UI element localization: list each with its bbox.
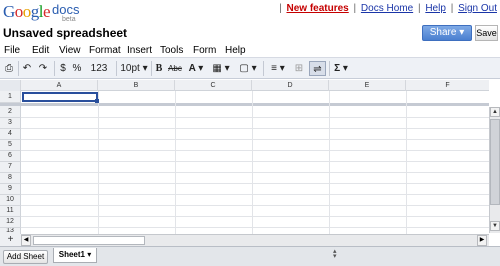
column-header-c[interactable]: C [175, 80, 252, 91]
corner-cell[interactable] [0, 80, 21, 91]
logo-letter: g [30, 2, 40, 21]
row-header-2[interactable]: 2 [0, 106, 21, 118]
vertical-scroll-thumb[interactable] [490, 119, 500, 205]
docs-home-link[interactable]: Docs Home [361, 3, 413, 14]
product-name: docs [52, 2, 80, 17]
spreadsheet-grid[interactable]: A B C D E F 1 2 3 4 5 6 7 8 9 10 11 12 1… [0, 80, 500, 246]
grid-line [21, 183, 489, 184]
grid-line [21, 128, 489, 129]
active-cell-a1[interactable] [22, 92, 99, 103]
background-color-dropdown[interactable]: ▦ ▾ [211, 61, 231, 76]
horizontal-scroll-thumb[interactable] [33, 236, 145, 245]
menu-file[interactable]: File [4, 44, 20, 57]
row-header-12[interactable]: 12 [0, 216, 21, 228]
sheet-tab-bar: Add Sheet Sheet1 ▾ ▴ ▾ [0, 246, 500, 266]
help-link[interactable]: Help [425, 3, 446, 14]
formula-dropdown[interactable]: Σ ▾ [332, 61, 350, 76]
print-icon[interactable]: ⎙ [3, 61, 15, 76]
bold-button[interactable]: B [154, 61, 164, 76]
logo-letter: e [43, 2, 51, 21]
redo-icon[interactable]: ↷ [37, 61, 49, 76]
grid-line [21, 194, 489, 195]
undo-icon[interactable]: ↶ [21, 61, 33, 76]
row-header-1[interactable]: 1 [0, 91, 21, 103]
column-header-e[interactable]: E [329, 80, 406, 91]
horizontal-scrollbar[interactable]: ◀ ▶ [21, 234, 489, 246]
row-header-10[interactable]: 10 [0, 194, 21, 206]
scroll-left-icon[interactable]: ◀ [21, 235, 31, 246]
grid-line [329, 91, 330, 234]
google-logo: Google [3, 1, 51, 23]
menu-form[interactable]: Form [193, 44, 216, 57]
grid-line [21, 139, 489, 140]
scroll-up-icon[interactable]: ▲ [490, 107, 500, 117]
scroll-down-icon[interactable]: ▼ [490, 221, 500, 231]
borders-dropdown[interactable]: ▢ ▾ [237, 61, 259, 76]
menu-view[interactable]: View [59, 44, 81, 57]
row-header-11[interactable]: 11 [0, 205, 21, 217]
grid-line [21, 172, 489, 173]
grid-line [21, 117, 489, 118]
sheet-tab-sheet1[interactable]: Sheet1 ▾ [53, 248, 97, 263]
header: Google docs beta | New features | Docs H… [0, 0, 500, 44]
logo-letter: o [14, 2, 24, 21]
strikethrough-button[interactable]: Abc [167, 61, 183, 76]
row-header-7[interactable]: 7 [0, 161, 21, 173]
add-rows-button[interactable]: + [0, 234, 21, 246]
percent-button[interactable]: % [71, 61, 83, 76]
menu-edit[interactable]: Edit [32, 44, 49, 57]
share-button[interactable]: Share ▾ [422, 25, 472, 41]
column-header-row: A B C D E F [0, 80, 489, 91]
row-header-4[interactable]: 4 [0, 128, 21, 140]
logo-letter: G [3, 2, 15, 21]
splitter-handle-icon[interactable]: ▴ ▾ [333, 248, 337, 263]
grid-line [406, 91, 407, 234]
grid-line [21, 150, 489, 151]
scroll-right-icon[interactable]: ▶ [477, 235, 487, 246]
column-header-a[interactable]: A [21, 80, 98, 91]
new-features-link[interactable]: New features [286, 3, 348, 14]
column-header-b[interactable]: B [98, 80, 175, 91]
toolbar: ⎙ ↶ ↷ $ % 123 ▾ 10pt ▾ B Abc A ▾ ▦ ▾ ▢ ▾… [0, 57, 500, 89]
grid-line [175, 91, 176, 234]
grid-line [252, 91, 253, 234]
merge-cells-icon[interactable]: ⊞ [292, 61, 306, 76]
currency-button[interactable]: $ [58, 61, 68, 76]
row-header-5[interactable]: 5 [0, 139, 21, 151]
logo-letter: o [22, 2, 32, 21]
column-header-d[interactable]: D [252, 80, 329, 91]
frozen-rows-divider[interactable] [0, 103, 489, 106]
grid-line [21, 205, 489, 206]
column-header-f[interactable]: F [406, 80, 489, 91]
grid-line [98, 91, 99, 234]
font-size-dropdown[interactable]: 10pt ▾ [120, 61, 148, 76]
menu-format[interactable]: Format [89, 44, 121, 57]
row-header-6[interactable]: 6 [0, 150, 21, 162]
row-header-3[interactable]: 3 [0, 117, 21, 129]
menu-tools[interactable]: Tools [160, 44, 183, 57]
vertical-scrollbar[interactable]: ▲ ▼ [489, 107, 500, 233]
text-color-dropdown[interactable]: A ▾ [186, 61, 206, 76]
save-button[interactable]: Save [475, 25, 498, 41]
menu-insert[interactable]: Insert [127, 44, 152, 57]
document-title[interactable]: Unsaved spreadsheet [3, 26, 127, 40]
menubar: File Edit View Format Insert Tools Form … [0, 44, 500, 57]
grid-line [21, 227, 489, 228]
wrap-text-icon[interactable]: ⇌ [309, 61, 326, 76]
add-sheet-button[interactable]: Add Sheet [3, 250, 48, 264]
row-header-8[interactable]: 8 [0, 172, 21, 184]
beta-label: beta [62, 16, 76, 23]
align-dropdown[interactable]: ≡ ▾ [267, 61, 289, 76]
row-header-9[interactable]: 9 [0, 183, 21, 195]
top-links: | New features | Docs Home | Help | Sign… [279, 3, 497, 14]
menu-help[interactable]: Help [225, 44, 246, 57]
number-format-dropdown[interactable]: 123 ▾ [87, 61, 111, 89]
sign-out-link[interactable]: Sign Out [458, 3, 497, 14]
grid-line [21, 216, 489, 217]
grid-line [21, 161, 489, 162]
